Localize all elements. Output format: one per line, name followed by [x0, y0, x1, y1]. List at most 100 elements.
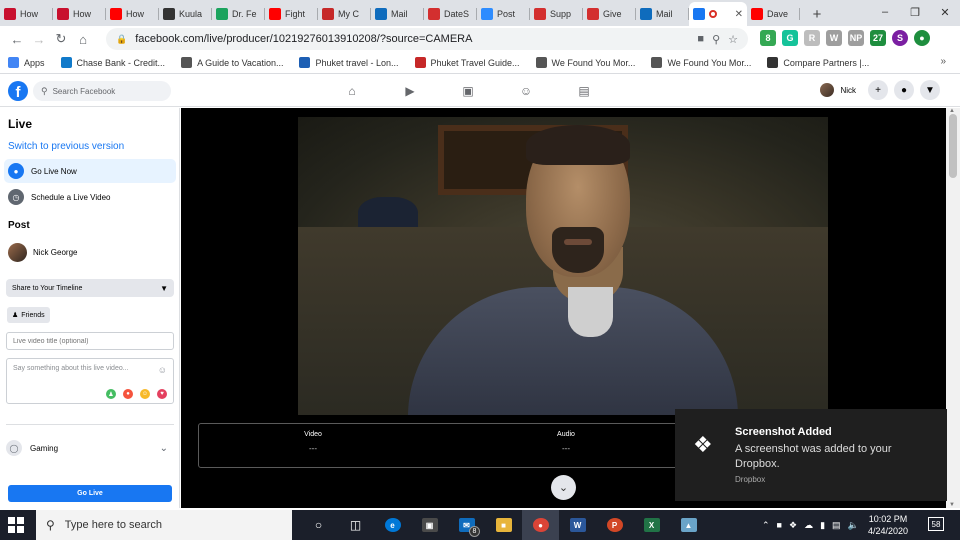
bookmark-item[interactable]: Apps	[8, 57, 45, 68]
excel-icon[interactable]: X	[633, 510, 670, 540]
dropbox-tray-icon[interactable]: ❖	[789, 520, 797, 531]
extension-green-icon[interactable]: ●	[914, 30, 930, 46]
tag-people-icon[interactable]: ♟	[106, 389, 116, 399]
back-arrow-icon[interactable]: ←	[6, 28, 28, 50]
windows-start-icon[interactable]	[8, 517, 24, 533]
browser-tab[interactable]: Mail	[371, 2, 424, 26]
extension-icon[interactable]: W	[826, 30, 842, 46]
system-clock[interactable]: 10:02 PM 4/24/2020	[868, 513, 908, 537]
home-nav-icon[interactable]: ⌂	[343, 82, 361, 100]
powerpoint-icon[interactable]: P	[596, 510, 633, 540]
browser-tab[interactable]: Post	[477, 2, 530, 26]
messenger-icon[interactable]: ●	[894, 80, 914, 100]
location-pin-icon[interactable]: ●	[123, 389, 133, 399]
audience-button[interactable]: ♟ Friends	[7, 307, 50, 323]
browser-tab[interactable]: How	[53, 2, 106, 26]
tray-overflow-icon[interactable]: ⌃	[762, 520, 770, 531]
taskbar-search-box[interactable]: ⚲ Type here to search	[36, 510, 292, 540]
onedrive-icon[interactable]: ☁	[804, 520, 813, 531]
go-live-now-item[interactable]: ● Go Live Now	[4, 159, 176, 183]
bookmark-item[interactable]: Phuket Travel Guide...	[414, 57, 520, 68]
gaming-section[interactable]: ◯ Gaming ⌄	[6, 438, 174, 458]
user-name[interactable]: Nick	[840, 86, 856, 95]
mail-icon[interactable]: ✉ 8	[448, 510, 485, 540]
create-plus-icon[interactable]: +	[868, 80, 888, 100]
browser-tab[interactable]: Mail	[636, 2, 689, 26]
share-destination-select[interactable]: Share to Your Timeline ▼	[6, 279, 174, 297]
extension-icon[interactable]: 27	[870, 30, 886, 46]
browser-tab[interactable]: DateS	[424, 2, 477, 26]
action-center-icon[interactable]: 58	[928, 517, 944, 531]
browser-tab[interactable]: Give	[583, 2, 636, 26]
url-text[interactable]: facebook.com/live/producer/1021927601391…	[135, 33, 472, 45]
share-destination-value: Share to Your Timeline	[12, 284, 83, 292]
browser-tab[interactable]: Dave	[747, 2, 800, 26]
zoom-icon[interactable]: ⚲	[712, 33, 720, 46]
gaming-nav-icon[interactable]: ▤	[575, 82, 593, 100]
bookmark-item[interactable]: We Found You Mor...	[535, 57, 635, 68]
facebook-search-input[interactable]: ⚲ Search Facebook	[33, 81, 171, 101]
bookmark-item[interactable]: Phuket travel - Lon...	[299, 57, 399, 68]
close-tab-icon[interactable]: ✕	[735, 9, 743, 20]
restore-icon[interactable]: ❐	[900, 0, 930, 24]
groups-nav-icon[interactable]: ☺	[517, 82, 535, 100]
browser-tab[interactable]: Supp	[530, 2, 583, 26]
bookmarks-overflow-icon[interactable]: »	[940, 56, 946, 67]
minimize-icon[interactable]: –	[870, 0, 900, 24]
browser-tab[interactable]: How	[106, 2, 159, 26]
task-view-icon[interactable]: ◫	[337, 510, 374, 540]
new-tab-button[interactable]: +	[806, 2, 828, 26]
dropbox-notification[interactable]: ❖ Screenshot Added A screenshot was adde…	[675, 409, 947, 501]
profile-avatar[interactable]: S	[892, 30, 908, 46]
volume-icon[interactable]: 🔈	[848, 520, 859, 531]
bookmark-item[interactable]: A Guide to Vacation...	[181, 57, 283, 68]
word-icon[interactable]: W	[559, 510, 596, 540]
cortana-icon[interactable]: ○	[300, 510, 337, 540]
home-icon[interactable]: ⌂	[72, 28, 94, 50]
page-scrollbar[interactable]: ▲ ▼	[946, 108, 960, 508]
scroll-thumb[interactable]	[949, 114, 957, 178]
live-description-field[interactable]: Say something about this live video... ☺…	[6, 358, 174, 404]
user-avatar[interactable]	[820, 83, 835, 97]
go-live-button[interactable]: Go Live	[8, 485, 172, 502]
marketplace-nav-icon[interactable]: ▣	[459, 82, 477, 100]
edge-icon[interactable]: e	[374, 510, 411, 540]
browser-tab[interactable]: How	[0, 2, 53, 26]
bookmark-item[interactable]: Chase Bank - Credit...	[60, 57, 165, 68]
browser-tab[interactable]: My C	[318, 2, 371, 26]
omnibox[interactable]: 🔒 facebook.com/live/producer/10219276013…	[106, 28, 748, 50]
account-menu-caret-icon[interactable]: ▼	[920, 80, 940, 100]
file-explorer-icon[interactable]: ■	[485, 510, 522, 540]
tray-app-icon[interactable]: ■	[777, 520, 782, 530]
expand-chevron-button[interactable]: ⌄	[551, 475, 576, 500]
camera-icon[interactable]: ■	[697, 33, 704, 46]
browser-tab[interactable]: Dr. Fe	[212, 2, 265, 26]
store-icon[interactable]: ▣	[411, 510, 448, 540]
bookmark-star-icon[interactable]: ☆	[728, 33, 738, 46]
forward-arrow-icon[interactable]: →	[28, 28, 50, 50]
emoji-icon[interactable]: ☺	[158, 365, 167, 375]
network-icon[interactable]: ▤	[832, 520, 841, 531]
extension-icon[interactable]: NP	[848, 30, 864, 46]
schedule-live-item[interactable]: ◷ Schedule a Live Video	[4, 185, 176, 209]
bookmark-item[interactable]: We Found You Mor...	[651, 57, 751, 68]
bookmark-item[interactable]: Compare Partners |...	[767, 57, 869, 68]
photos-icon[interactable]: ▲	[670, 510, 707, 540]
chrome-icon[interactable]: ●	[522, 510, 559, 540]
browser-tab[interactable]: Fight	[265, 2, 318, 26]
extension-icon[interactable]: G	[782, 30, 798, 46]
extension-icon[interactable]: 8	[760, 30, 776, 46]
extension-icon[interactable]: R	[804, 30, 820, 46]
browser-tab[interactable]: ✕	[689, 2, 747, 26]
battery-icon[interactable]: ▮	[820, 520, 825, 531]
close-window-icon[interactable]: ✕	[930, 0, 960, 24]
switch-version-link[interactable]: Switch to previous version	[8, 141, 124, 152]
fundraiser-icon[interactable]: ♥	[157, 389, 167, 399]
live-title-input[interactable]	[6, 332, 174, 350]
facebook-logo-icon[interactable]: f	[8, 81, 28, 101]
reload-icon[interactable]: ↻	[50, 28, 72, 50]
browser-tab[interactable]: Kuula	[159, 2, 212, 26]
feeling-icon[interactable]: ☺	[140, 389, 150, 399]
scroll-down-icon[interactable]: ▼	[949, 502, 955, 508]
watch-nav-icon[interactable]: ▶	[401, 82, 419, 100]
